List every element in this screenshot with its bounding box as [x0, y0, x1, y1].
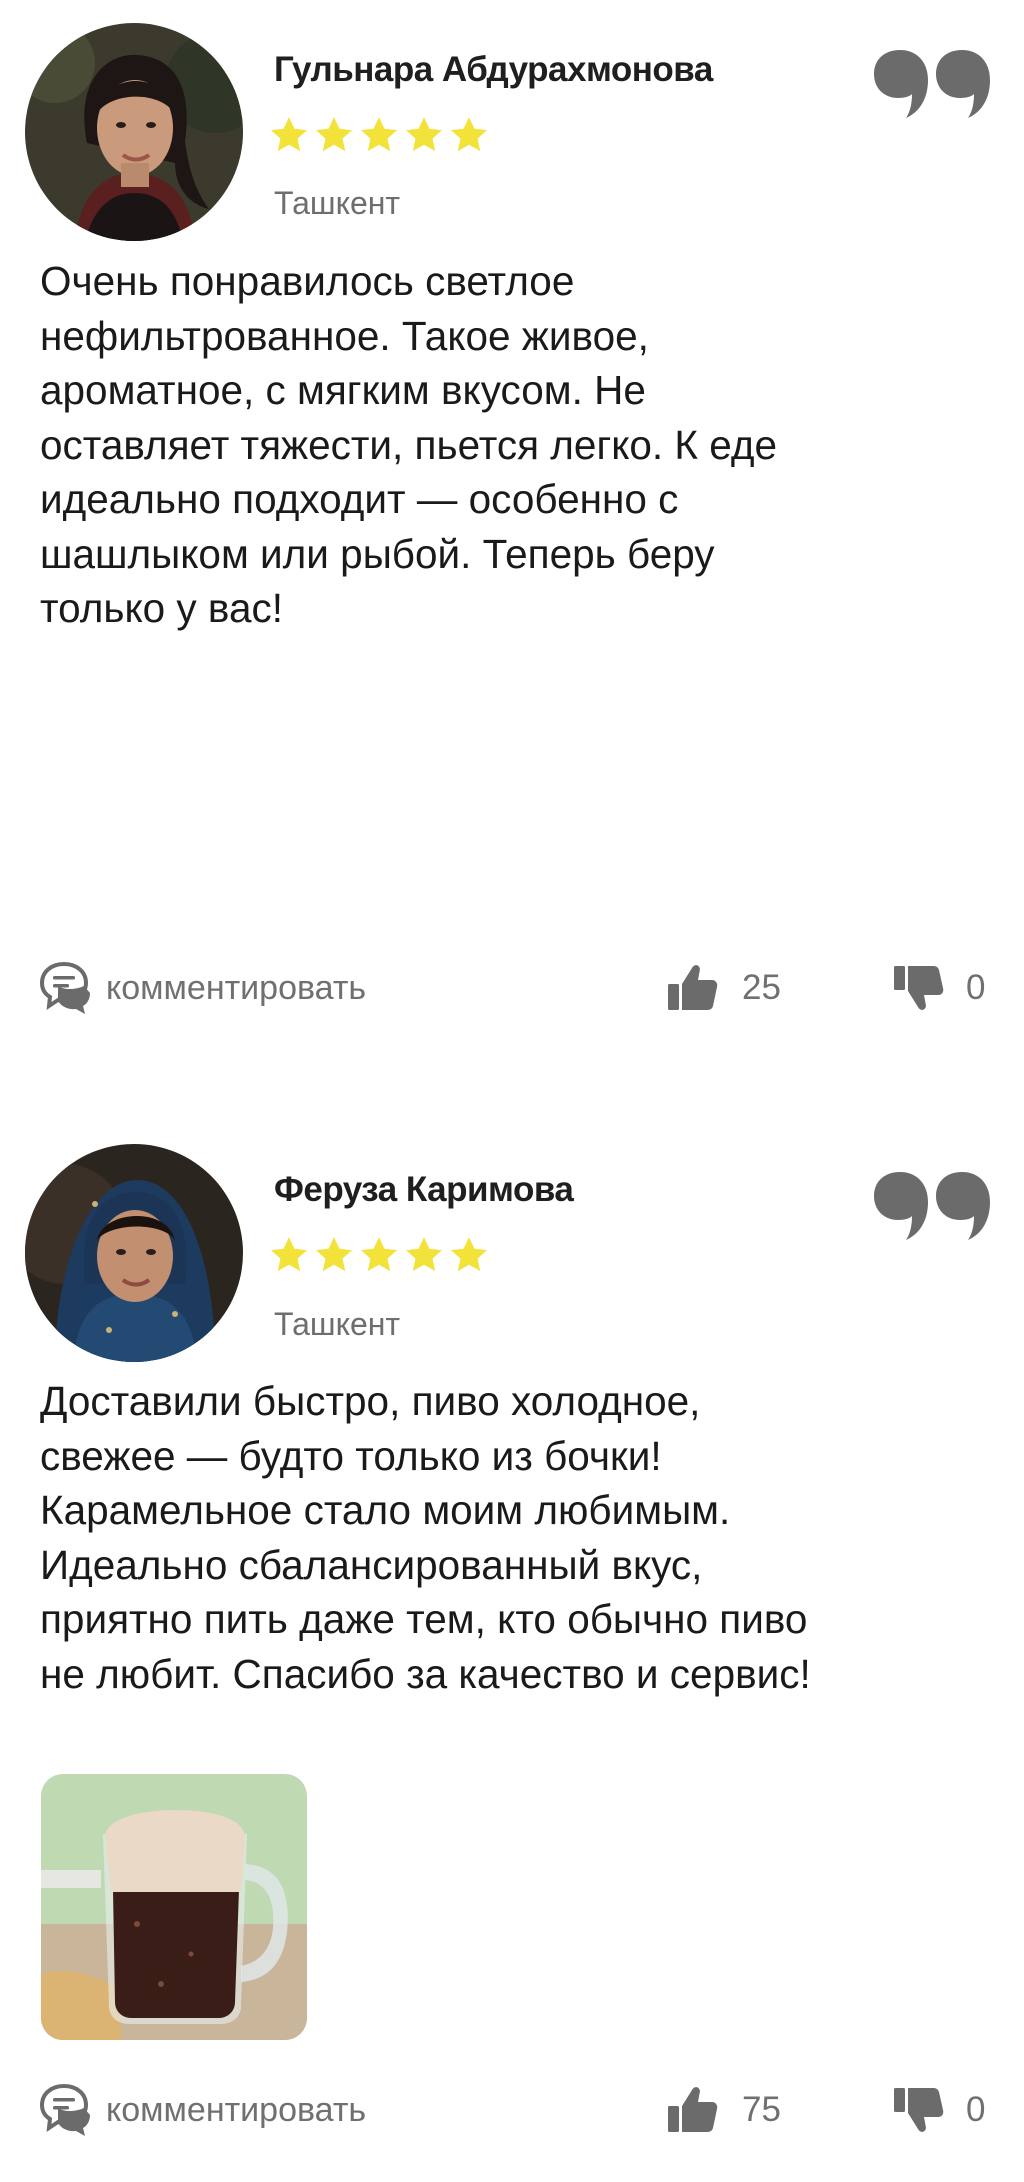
quote-icon [872, 1170, 992, 1242]
star-icon [448, 114, 490, 156]
review-text: Очень понравилось светлое нефильтрованно… [40, 258, 778, 631]
comment-button[interactable]: комментировать [38, 958, 366, 1018]
dislike-button[interactable]: 0 [890, 958, 985, 1018]
star-icon [268, 114, 310, 156]
star-icon [403, 1234, 445, 1276]
comment-button[interactable]: комментировать [38, 2080, 366, 2140]
thumbs-up-icon [664, 2082, 720, 2138]
star-icon [268, 1234, 310, 1276]
review-actions: комментировать 25 0 [0, 958, 1024, 1018]
beer-mug-photo [41, 1774, 307, 2040]
like-count: 25 [742, 968, 781, 1007]
rating-stars [268, 114, 490, 156]
comment-label: комментировать [106, 2090, 367, 2129]
star-icon [358, 1234, 400, 1276]
comment-icon [38, 2082, 94, 2138]
star-icon [448, 1234, 490, 1276]
like-button[interactable]: 75 [664, 2080, 781, 2140]
review-card: Гульнара Абдурахмонова Ташкент Очень пон… [0, 0, 1024, 1060]
author-city: Ташкент [274, 185, 401, 221]
star-icon [358, 114, 400, 156]
comment-label: комментировать [106, 968, 367, 1007]
dislike-count: 0 [966, 968, 986, 1007]
avatar-photo [25, 23, 243, 241]
avatar [25, 23, 243, 241]
dislike-count: 0 [966, 2090, 986, 2129]
like-button[interactable]: 25 [664, 958, 781, 1018]
star-icon [313, 114, 355, 156]
star-icon [403, 114, 445, 156]
review-photo[interactable] [41, 1774, 307, 2040]
author-name: Феруза Каримова [274, 1170, 574, 1209]
review-text: Доставили быстро, пиво холодное, свежее … [40, 1378, 811, 1697]
thumbs-down-icon [890, 2082, 946, 2138]
comment-icon [38, 960, 94, 1016]
like-count: 75 [742, 2090, 781, 2129]
thumbs-down-icon [890, 960, 946, 1016]
avatar-photo [25, 1144, 243, 1362]
author-city: Ташкент [274, 1306, 401, 1342]
review-card: Феруза Каримова Ташкент Доставили быстро… [0, 1120, 1024, 2180]
quote-icon [872, 48, 992, 120]
author-name: Гульнара Абдурахмонова [274, 50, 713, 89]
thumbs-up-icon [664, 960, 720, 1016]
dislike-button[interactable]: 0 [890, 2080, 985, 2140]
review-actions: комментировать 75 0 [0, 2080, 1024, 2140]
star-icon [313, 1234, 355, 1276]
rating-stars [268, 1234, 490, 1276]
avatar [25, 1144, 243, 1362]
